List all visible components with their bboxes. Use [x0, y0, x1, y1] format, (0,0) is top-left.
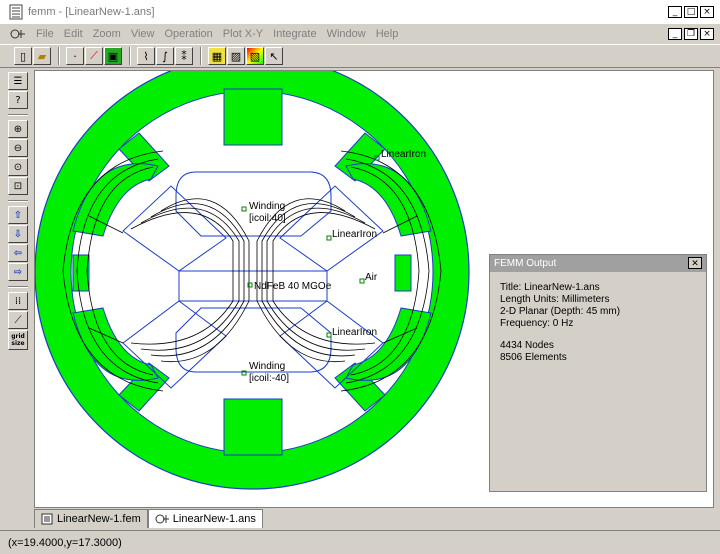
menu-plot-xy[interactable]: Plot X-Y — [219, 28, 269, 40]
grid-toggle-icon[interactable]: ▦ — [208, 47, 226, 65]
output-line-planar: 2-D Planar (Depth: 45 mm) — [500, 306, 621, 317]
iron-mid-lower-label: LinearIron — [332, 327, 377, 338]
grid-size-button[interactable]: grid size — [8, 330, 28, 350]
document-icon[interactable] — [10, 27, 26, 41]
snap-grid-icon[interactable]: ⟋ — [8, 311, 28, 329]
close-button[interactable]: × — [700, 6, 714, 18]
femm-app-icon — [9, 4, 23, 20]
title-bar: femm - [LinearNew-1.ans] _ □ × — [0, 0, 720, 24]
winding-bottom-label: Winding — [249, 361, 285, 372]
mesh-query-icon[interactable]: ? — [8, 91, 28, 109]
menu-edit[interactable]: Edit — [60, 28, 89, 40]
grid-file-icon — [41, 513, 53, 525]
pan-down-icon[interactable]: ⇩ — [8, 225, 28, 243]
winding-top-label: Winding — [249, 201, 285, 212]
zoom-out-icon[interactable]: ⊖ — [8, 139, 28, 157]
tab-fem-file[interactable]: LinearNew-1.fem — [34, 509, 148, 528]
zoom-in-icon[interactable]: ⊕ — [8, 120, 28, 138]
magnet-label: NdFeB 40 MGOe — [254, 281, 332, 292]
menu-view[interactable]: View — [127, 28, 161, 40]
maximize-button[interactable]: □ — [684, 6, 698, 18]
left-toolbar: ☰ ? ⊕ ⊖ ⊙ ⊡ ⇧ ⇩ ⇦ ⇨ ⁞⁞ ⟋ grid size — [6, 72, 30, 502]
minimize-button[interactable]: _ — [668, 6, 682, 18]
pan-left-icon[interactable]: ⇦ — [8, 244, 28, 262]
contour-plot-icon[interactable]: ⌇ — [137, 47, 155, 65]
open-file-icon[interactable]: ▰ — [33, 47, 51, 65]
output-line-nodes: 4434 Nodes — [500, 340, 554, 351]
main-toolbar: ▯ ▰ · ⟋ ▣ ⌇ ∫ ⁑ ▦ ▨ ▧ ↖ — [0, 44, 720, 68]
output-line-elements: 8506 Elements — [500, 352, 567, 363]
pointer-icon[interactable]: ↖ — [265, 47, 283, 65]
status-bar: (x=19.4000,y=17.3000) — [0, 530, 720, 554]
integral-icon[interactable]: ∫ — [156, 47, 174, 65]
menu-integrate[interactable]: Integrate — [269, 28, 322, 40]
point-mode-icon[interactable]: · — [66, 47, 84, 65]
winding-bottom-current: [icoil:-40] — [249, 373, 289, 384]
results-file-icon — [155, 514, 169, 524]
menu-zoom[interactable]: Zoom — [89, 28, 127, 40]
show-mesh-icon[interactable]: ☰ — [8, 72, 28, 90]
hatch-icon[interactable]: ▨ — [227, 47, 245, 65]
mdi-minimize-button[interactable]: _ — [668, 28, 682, 40]
tab-fem-label: LinearNew-1.fem — [57, 513, 141, 525]
menu-operation[interactable]: Operation — [160, 28, 218, 40]
output-line-frequency: Frequency: 0 Hz — [500, 318, 574, 329]
mdi-restore-button[interactable]: ❐ — [684, 28, 698, 40]
output-title: FEMM Output — [490, 255, 706, 272]
menu-file[interactable]: File — [32, 28, 60, 40]
pan-right-icon[interactable]: ⇨ — [8, 263, 28, 281]
output-close-button[interactable]: ✕ — [688, 257, 702, 269]
output-line-title: Title: LinearNew-1.ans — [500, 282, 600, 293]
menu-bar: File Edit Zoom View Operation Plot X-Y I… — [0, 24, 720, 44]
pan-up-icon[interactable]: ⇧ — [8, 206, 28, 224]
show-grid-icon[interactable]: ⁞⁞ — [8, 292, 28, 310]
winding-top-current: [icoil:40] — [249, 213, 286, 224]
mdi-close-button[interactable]: × — [700, 28, 714, 40]
menu-window[interactable]: Window — [323, 28, 372, 40]
femm-output-panel: FEMM Output ✕ Title: LinearNew-1.ans Len… — [489, 254, 707, 492]
cursor-coordinates: (x=19.4000,y=17.3000) — [8, 536, 122, 549]
window-title: femm - [LinearNew-1.ans] — [28, 6, 155, 18]
density-plot-icon[interactable]: ⁑ — [175, 47, 193, 65]
new-file-icon[interactable]: ▯ — [14, 47, 32, 65]
block-mode-icon[interactable]: ▣ — [104, 47, 122, 65]
air-label: Air — [365, 272, 378, 283]
zoom-natural-icon[interactable]: ⊙ — [8, 158, 28, 176]
output-line-units: Length Units: Millimeters — [500, 294, 610, 305]
line-mode-icon[interactable]: ⟋ — [85, 47, 103, 65]
tab-ans-file[interactable]: LinearNew-1.ans — [147, 509, 263, 528]
iron-top-right-label: LinearIron — [381, 149, 426, 160]
tab-ans-label: LinearNew-1.ans — [172, 513, 256, 525]
color-plot-icon[interactable]: ▧ — [246, 47, 264, 65]
menu-help[interactable]: Help — [372, 28, 405, 40]
document-tabs: LinearNew-1.fem LinearNew-1.ans — [34, 508, 714, 528]
zoom-window-icon[interactable]: ⊡ — [8, 177, 28, 195]
iron-mid-upper-label: LinearIron — [332, 229, 377, 240]
